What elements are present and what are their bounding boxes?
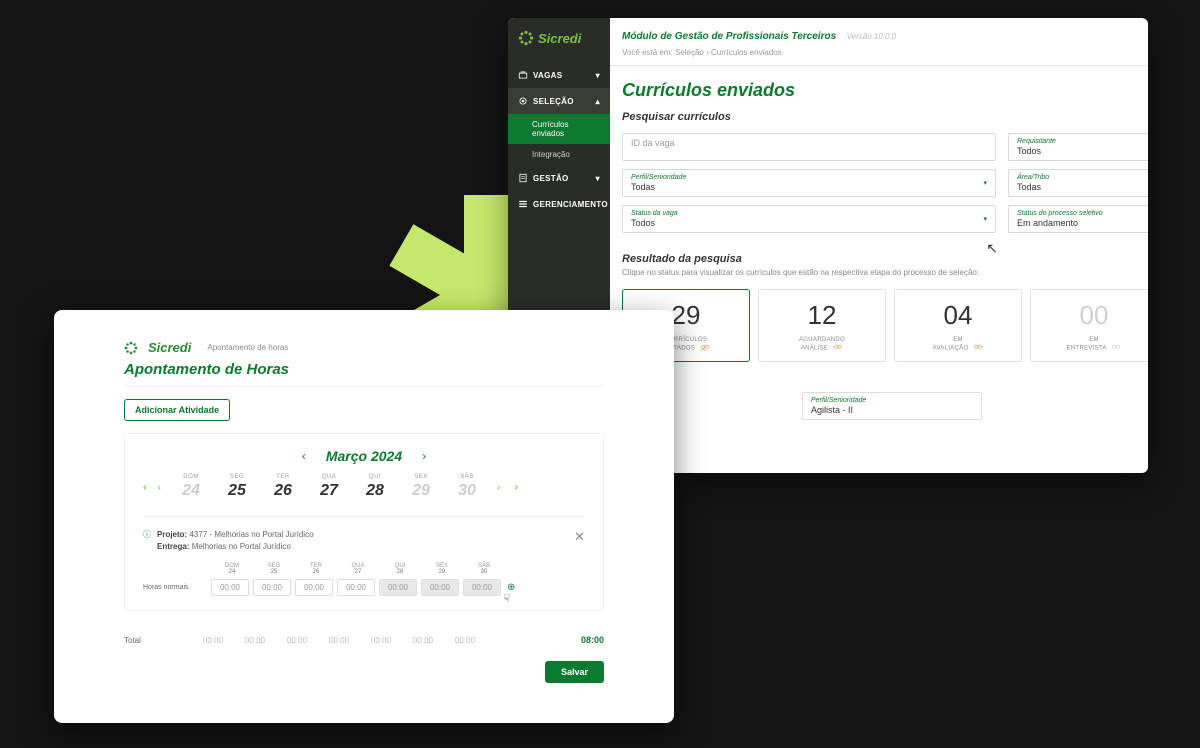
target-icon — [518, 96, 528, 106]
hours-label: Horas normais — [143, 584, 211, 591]
day-column[interactable]: DOM24 — [175, 474, 207, 500]
prev-month-button[interactable]: ‹ — [302, 449, 306, 463]
nav-gestao[interactable]: GESTÃO ▾ — [508, 165, 610, 191]
nav-selecao[interactable]: SELEÇÃO ▴ — [508, 88, 610, 114]
results-heading: Resultado da pesquisa — [622, 253, 1148, 265]
next-week-button[interactable]: › — [497, 482, 500, 493]
save-button[interactable]: Salvar — [545, 661, 604, 683]
calendar-card: ‹ Março 2024 › ‹‹ ‹ DOM24 SEG25 TER26 QUA27… — [124, 433, 604, 611]
logo: Sicredi — [508, 18, 610, 62]
main-content: Módulo de Gestão de Profissionais Tercei… — [610, 18, 1148, 473]
hours-input: 00:00 — [421, 579, 459, 596]
users-icon — [1111, 344, 1121, 352]
logo-text: Sicredi — [148, 340, 191, 355]
chevron-down-icon: ▾ — [983, 215, 987, 223]
search-section: Pesquisar currículos ID da vaga Requisit… — [610, 111, 1148, 241]
front-header: Sicredi Apontamento de horas — [124, 340, 604, 355]
results-sub: Clique no status para visualizar os curr… — [622, 268, 1148, 277]
hours-row: Horas normais 00:0000:0000:0000:0000:000… — [143, 579, 585, 596]
next-month-button[interactable]: › — [422, 449, 426, 463]
users-icon — [700, 344, 710, 352]
remove-project-button[interactable]: ✕ — [574, 529, 585, 545]
module-title: Módulo de Gestão de Profissionais Tercei… — [622, 31, 836, 42]
project-row: ⓘ Projeto: 4377 - Melhorias no Portal Ju… — [143, 516, 585, 553]
nav-vagas[interactable]: VAGAS ▾ — [508, 62, 610, 88]
last-week-button[interactable]: ›› — [514, 482, 515, 493]
results-section: Resultado da pesquisa Clique no status p… — [610, 241, 1148, 420]
clipboard-icon — [518, 173, 528, 183]
chevron-down-icon: ▾ — [596, 174, 600, 183]
hours-input: 00:00 — [379, 579, 417, 596]
prev-week-button[interactable]: ‹ — [158, 482, 161, 493]
front-title: Apontamento de Horas — [124, 361, 604, 387]
id-vaga-field[interactable]: ID da vaga — [622, 133, 996, 161]
settings-icon — [518, 199, 528, 209]
module-version: Versão 10.0.0 — [847, 32, 897, 41]
day-column[interactable]: SEG25 — [221, 474, 253, 500]
users-icon — [833, 344, 843, 352]
day-column[interactable]: SEX29 — [405, 474, 437, 500]
apontamento-window: Sicredi Apontamento de horas Apontamento… — [54, 310, 674, 723]
front-crumb: Apontamento de horas — [207, 343, 288, 352]
first-week-button[interactable]: ‹‹ — [143, 482, 144, 493]
search-heading: Pesquisar currículos — [622, 111, 1148, 123]
briefcase-icon — [518, 70, 528, 80]
requisitante-field[interactable]: Requisitante Todos — [1008, 133, 1148, 161]
breadcrumb: Você está em: Seleção › Currículos envia… — [622, 48, 1148, 57]
status-processo-field[interactable]: Status do processo seletivo Em andamento — [1008, 205, 1148, 233]
add-hours-button[interactable]: ⊕☟ — [507, 582, 515, 593]
area-field[interactable]: Área/Tribo Todas — [1008, 169, 1148, 197]
status-vaga-field[interactable]: Status da vaga Todos ▾ — [622, 205, 996, 233]
total-label: Total — [124, 636, 192, 645]
hours-input[interactable]: 00:00 — [295, 579, 333, 596]
month-label: Março 2024 — [326, 448, 402, 464]
header-bar: Módulo de Gestão de Profissionais Tercei… — [610, 18, 1148, 66]
chevron-down-icon: ▾ — [983, 179, 987, 187]
hand-cursor-icon: ☟ — [503, 592, 510, 605]
day-column[interactable]: TER26 — [267, 474, 299, 500]
logo-icon — [124, 341, 138, 355]
day-column[interactable]: SÁB30 — [451, 474, 483, 500]
cursor-icon: ↖ — [986, 240, 998, 257]
nav-gerenciamento[interactable]: GERENCIAMENTO ▾ — [508, 191, 610, 217]
stat-card-entrevista[interactable]: 00 EMENTREVISTA — [1030, 289, 1148, 362]
hours-input[interactable]: 00:00 — [253, 579, 291, 596]
info-icon: ⓘ — [143, 529, 151, 540]
hours-input[interactable]: 00:00 — [337, 579, 375, 596]
perfil-chip[interactable]: Perfil/Senioridade Agilista - II — [802, 392, 982, 420]
logo-text: Sicredi — [538, 31, 581, 46]
grand-total: 08:00 — [581, 635, 604, 645]
add-activity-button[interactable]: Adicionar Atividade — [124, 399, 230, 421]
users-icon — [973, 344, 983, 352]
hours-input: 00:00 — [463, 579, 501, 596]
day-column[interactable]: QUA27 — [313, 474, 345, 500]
day-column[interactable]: QUI28 — [359, 474, 391, 500]
nav-sub-integracao[interactable]: Integração — [508, 144, 610, 165]
page-title: Currículos enviados — [610, 66, 1148, 111]
stat-card-avaliacao[interactable]: 04 EMAVALIAÇÃO — [894, 289, 1022, 362]
total-row: Total 00:0000:0000:0000:0000:0000:0000:0… — [124, 635, 604, 645]
chevron-down-icon: ▾ — [596, 71, 600, 80]
chevron-up-icon: ▴ — [596, 97, 600, 106]
stat-card-analise[interactable]: 12 AGUARDANDOANÁLISE — [758, 289, 886, 362]
hours-input[interactable]: 00:00 — [211, 579, 249, 596]
perfil-field[interactable]: Perfil/Senioridade Todas ▾ — [622, 169, 996, 197]
nav-sub-curriculos[interactable]: Currículos enviados — [508, 114, 610, 144]
